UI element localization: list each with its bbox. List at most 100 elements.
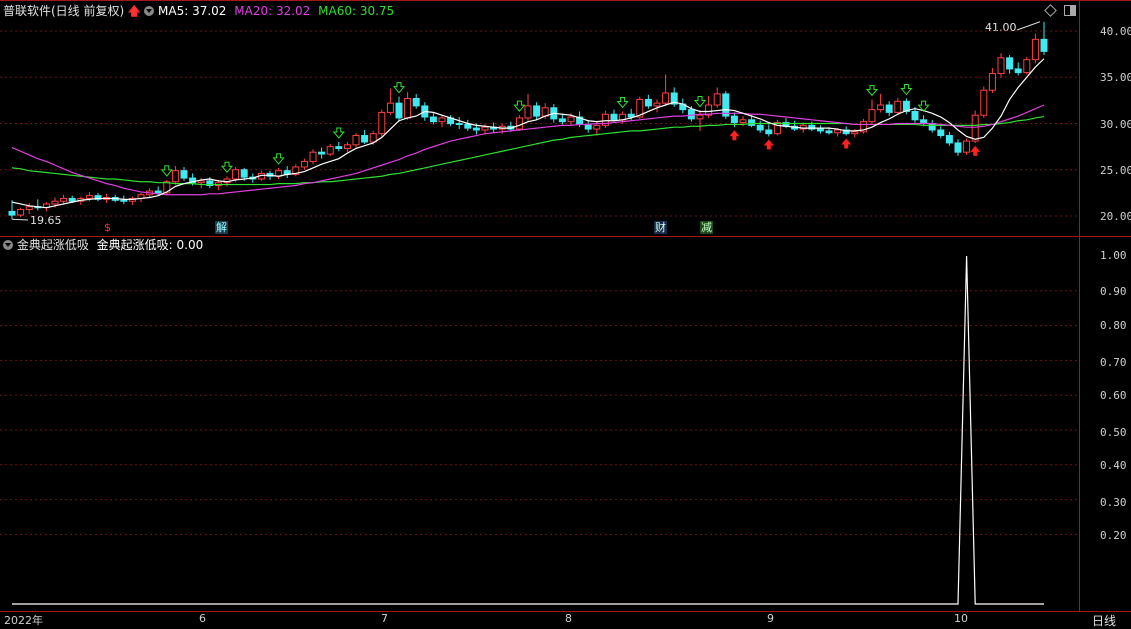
- candle[interactable]: [137, 192, 145, 203]
- candle[interactable]: [679, 98, 687, 114]
- candle[interactable]: [868, 99, 876, 124]
- candle[interactable]: [404, 92, 412, 120]
- min-price-leader: [11, 218, 29, 221]
- candle[interactable]: [610, 109, 618, 122]
- candle[interactable]: [25, 203, 33, 215]
- x-tick-month: 6: [199, 612, 206, 625]
- candle[interactable]: [997, 53, 1005, 78]
- candle[interactable]: [765, 124, 773, 137]
- indicator-tick: 1.00: [1100, 249, 1127, 262]
- indicator-chart[interactable]: [0, 237, 1079, 611]
- candle[interactable]: [1006, 55, 1014, 74]
- indicator-tick: 0.50: [1100, 426, 1127, 439]
- x-tick-month: 9: [767, 612, 774, 625]
- sell-signal-arrow: [513, 100, 526, 112]
- indicator-tick: 0.80: [1100, 319, 1127, 332]
- candle[interactable]: [963, 138, 971, 155]
- candle[interactable]: [601, 110, 609, 129]
- sell-signal-arrow: [616, 96, 629, 109]
- candle[interactable]: [335, 142, 343, 152]
- candle[interactable]: [352, 132, 360, 148]
- candle[interactable]: [988, 68, 996, 93]
- buy-signal-arrow: [729, 130, 740, 141]
- price-chart[interactable]: [0, 0, 1079, 236]
- candle[interactable]: [1031, 33, 1039, 64]
- candle[interactable]: [438, 115, 446, 128]
- candle[interactable]: [894, 97, 902, 115]
- candle[interactable]: [429, 112, 437, 125]
- buy-signal-arrow: [970, 145, 981, 156]
- candle[interactable]: [326, 143, 334, 156]
- candle[interactable]: [816, 125, 824, 134]
- candle[interactable]: [877, 93, 885, 113]
- candle[interactable]: [722, 91, 730, 119]
- indicator-tick: 0.70: [1100, 356, 1127, 369]
- candle[interactable]: [945, 131, 953, 146]
- candle[interactable]: [283, 166, 291, 179]
- candle[interactable]: [1014, 62, 1022, 76]
- indicator-tick: 0.60: [1100, 389, 1127, 402]
- candle[interactable]: [533, 102, 541, 120]
- sell-signal-arrow: [160, 165, 173, 177]
- sell-signal-arrow: [332, 127, 345, 139]
- candle[interactable]: [928, 119, 936, 133]
- candle[interactable]: [773, 119, 781, 136]
- candle[interactable]: [791, 120, 799, 131]
- candle[interactable]: [756, 120, 764, 133]
- candle[interactable]: [713, 87, 721, 108]
- sell-signal-arrow: [392, 82, 406, 94]
- ma60-line: [11, 115, 1045, 186]
- candle[interactable]: [937, 126, 945, 139]
- candle[interactable]: [128, 196, 136, 205]
- candle[interactable]: [670, 87, 678, 107]
- candle[interactable]: [395, 96, 403, 122]
- price-tick: 30.00: [1100, 118, 1131, 131]
- candle[interactable]: [980, 86, 988, 118]
- right-axis-divider: [1079, 0, 1080, 612]
- price-tick: 40.00: [1100, 25, 1131, 38]
- indicator-tick: 0.90: [1100, 285, 1127, 298]
- candle[interactable]: [455, 117, 463, 130]
- candle[interactable]: [515, 115, 523, 131]
- candle[interactable]: [1023, 56, 1031, 75]
- candle[interactable]: [464, 119, 472, 131]
- candle[interactable]: [696, 110, 704, 131]
- sell-signal-arrow: [272, 153, 285, 165]
- max-price-leader: [1016, 21, 1041, 31]
- candle[interactable]: [644, 94, 652, 109]
- candle[interactable]: [171, 166, 179, 185]
- candle[interactable]: [17, 207, 25, 217]
- buy-signal-arrow: [763, 139, 774, 150]
- candle[interactable]: [885, 101, 893, 117]
- candle[interactable]: [180, 166, 188, 181]
- x-tick-month: 10: [954, 612, 968, 625]
- candle[interactable]: [662, 74, 670, 106]
- candle[interactable]: [309, 149, 317, 165]
- period-button[interactable]: 日线: [1092, 612, 1116, 629]
- candle[interactable]: [1040, 21, 1048, 56]
- sell-signal-arrow: [865, 84, 879, 97]
- x-tick-month: 8: [565, 612, 572, 625]
- candle[interactable]: [524, 93, 532, 121]
- price-tick: 20.00: [1100, 210, 1131, 223]
- candle[interactable]: [292, 164, 300, 177]
- candle[interactable]: [361, 129, 369, 144]
- candle[interactable]: [34, 199, 42, 211]
- candle[interactable]: [859, 118, 867, 134]
- candle[interactable]: [343, 142, 351, 153]
- indicator-tick: 0.30: [1100, 496, 1127, 509]
- candle[interactable]: [378, 109, 386, 137]
- candle[interactable]: [412, 93, 420, 109]
- candle[interactable]: [94, 192, 102, 202]
- sell-signal-arrow: [220, 161, 234, 174]
- buy-signal-arrow: [841, 138, 852, 149]
- candle[interactable]: [318, 147, 326, 159]
- price-tick: 25.00: [1100, 164, 1131, 177]
- candle[interactable]: [558, 114, 566, 125]
- candle[interactable]: [386, 88, 394, 116]
- price-tick: 35.00: [1100, 71, 1131, 84]
- candle[interactable]: [653, 99, 661, 113]
- candle[interactable]: [584, 119, 592, 133]
- candle[interactable]: [300, 158, 308, 170]
- candle[interactable]: [954, 139, 962, 156]
